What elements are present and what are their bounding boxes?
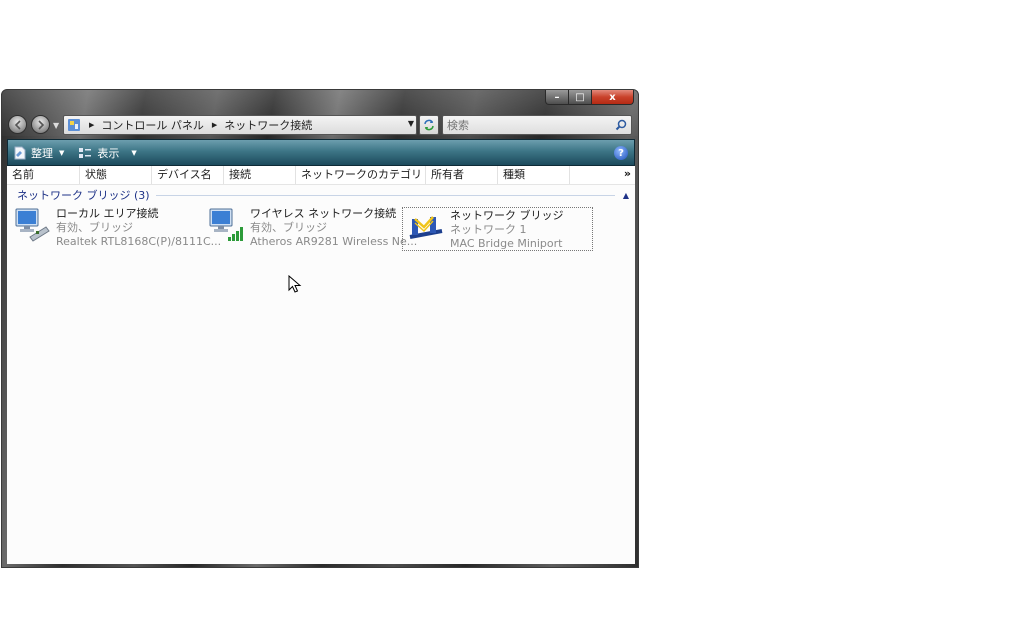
item-name: ネットワーク ブリッジ [450, 209, 564, 222]
back-button[interactable] [8, 115, 27, 134]
column-header: 名前 状態 デバイス名 接続 ネットワークのカテゴリ 所有者 種類 » [7, 166, 635, 185]
chevron-up-icon[interactable]: ▲ [623, 191, 629, 200]
address-dropdown-icon[interactable]: ▼ [408, 119, 414, 128]
minimize-button[interactable]: – [545, 90, 569, 105]
breadcrumb-separator-icon: ▶ [211, 121, 218, 129]
breadcrumb-control-panel[interactable]: コントロール パネル [101, 117, 204, 133]
address-bar[interactable]: ▶ コントロール パネル ▶ ネットワーク接続 ▼ [63, 115, 417, 135]
organize-icon [14, 146, 26, 159]
item-status: 有効、ブリッジ [56, 221, 133, 234]
mouse-pointer-icon [288, 275, 302, 293]
command-bar: 整理 ▼ 表示 ▼ ? [7, 139, 635, 166]
item-name: ローカル エリア接続 [56, 207, 159, 220]
column-connection[interactable]: 接続 [224, 166, 296, 184]
column-device-name[interactable]: デバイス名 [152, 166, 224, 184]
item-status: ネットワーク 1 [450, 223, 527, 236]
recent-pages-dropdown[interactable]: ▼ [53, 121, 59, 130]
views-label: 表示 [97, 146, 120, 160]
back-arrow-icon [14, 119, 21, 130]
control-panel-icon [68, 119, 80, 131]
close-button[interactable]: x [592, 90, 634, 105]
item-name: ワイヤレス ネットワーク接続 [250, 207, 397, 220]
network-adapter-icon [15, 208, 50, 242]
file-list-pane[interactable]: 名前 状態 デバイス名 接続 ネットワークのカテゴリ 所有者 種類 » ネットワ… [7, 166, 635, 564]
caption-buttons: – □ x [545, 90, 634, 106]
forward-arrow-icon [37, 119, 44, 130]
column-type[interactable]: 種類 [498, 166, 570, 184]
item-device: Realtek RTL8168C(P)/8111C... [56, 235, 222, 248]
column-network-category[interactable]: ネットワークのカテゴリ [296, 166, 426, 184]
group-title: ネットワーク ブリッジ (3) [17, 189, 150, 202]
item-device: MAC Bridge Miniport [450, 237, 563, 250]
chevron-down-icon: ▼ [59, 148, 65, 157]
breadcrumb-separator-icon: ▶ [89, 121, 95, 129]
column-name[interactable]: 名前 [7, 166, 80, 184]
wireless-adapter-icon [209, 208, 243, 241]
group-header[interactable]: ネットワーク ブリッジ (3) ▲ [17, 188, 629, 202]
maximize-button[interactable]: □ [569, 90, 592, 105]
item-status: 有効、ブリッジ [250, 221, 327, 234]
breadcrumb-network-connections[interactable]: ネットワーク接続 [224, 117, 312, 133]
explorer-window: – □ x ▼ ▶ コントロール パネル ▶ ネットワーク接続 ▼ 検索 整理 … [1, 89, 639, 568]
refresh-button[interactable] [419, 115, 439, 135]
search-icon[interactable] [615, 119, 627, 131]
views-button[interactable]: 表示 ▼ [78, 145, 137, 161]
chevron-down-icon: ▼ [131, 148, 137, 157]
list-item[interactable]: ワイヤレス ネットワーク接続 有効、ブリッジ Atheros AR9281 Wi… [208, 207, 417, 251]
forward-button[interactable] [31, 115, 50, 134]
group-divider [155, 194, 615, 196]
help-icon[interactable]: ? [614, 146, 628, 160]
list-item[interactable]: ローカル エリア接続 有効、ブリッジ Realtek RTL8168C(P)/8… [14, 207, 221, 251]
organize-button[interactable]: 整理 ▼ [14, 145, 64, 161]
refresh-icon [424, 119, 434, 131]
organize-label: 整理 [31, 146, 53, 160]
more-columns-button[interactable]: » [624, 167, 631, 180]
views-icon [79, 147, 92, 158]
item-device: Atheros AR9281 Wireless Ne... [250, 235, 418, 248]
network-bridge-icon [409, 216, 443, 239]
column-owner[interactable]: 所有者 [426, 166, 498, 184]
list-item[interactable]: ネットワーク ブリッジ ネットワーク 1 MAC Bridge Miniport [402, 207, 593, 251]
search-box[interactable] [442, 115, 632, 135]
column-status[interactable]: 状態 [80, 166, 152, 184]
search-input[interactable] [443, 117, 609, 133]
